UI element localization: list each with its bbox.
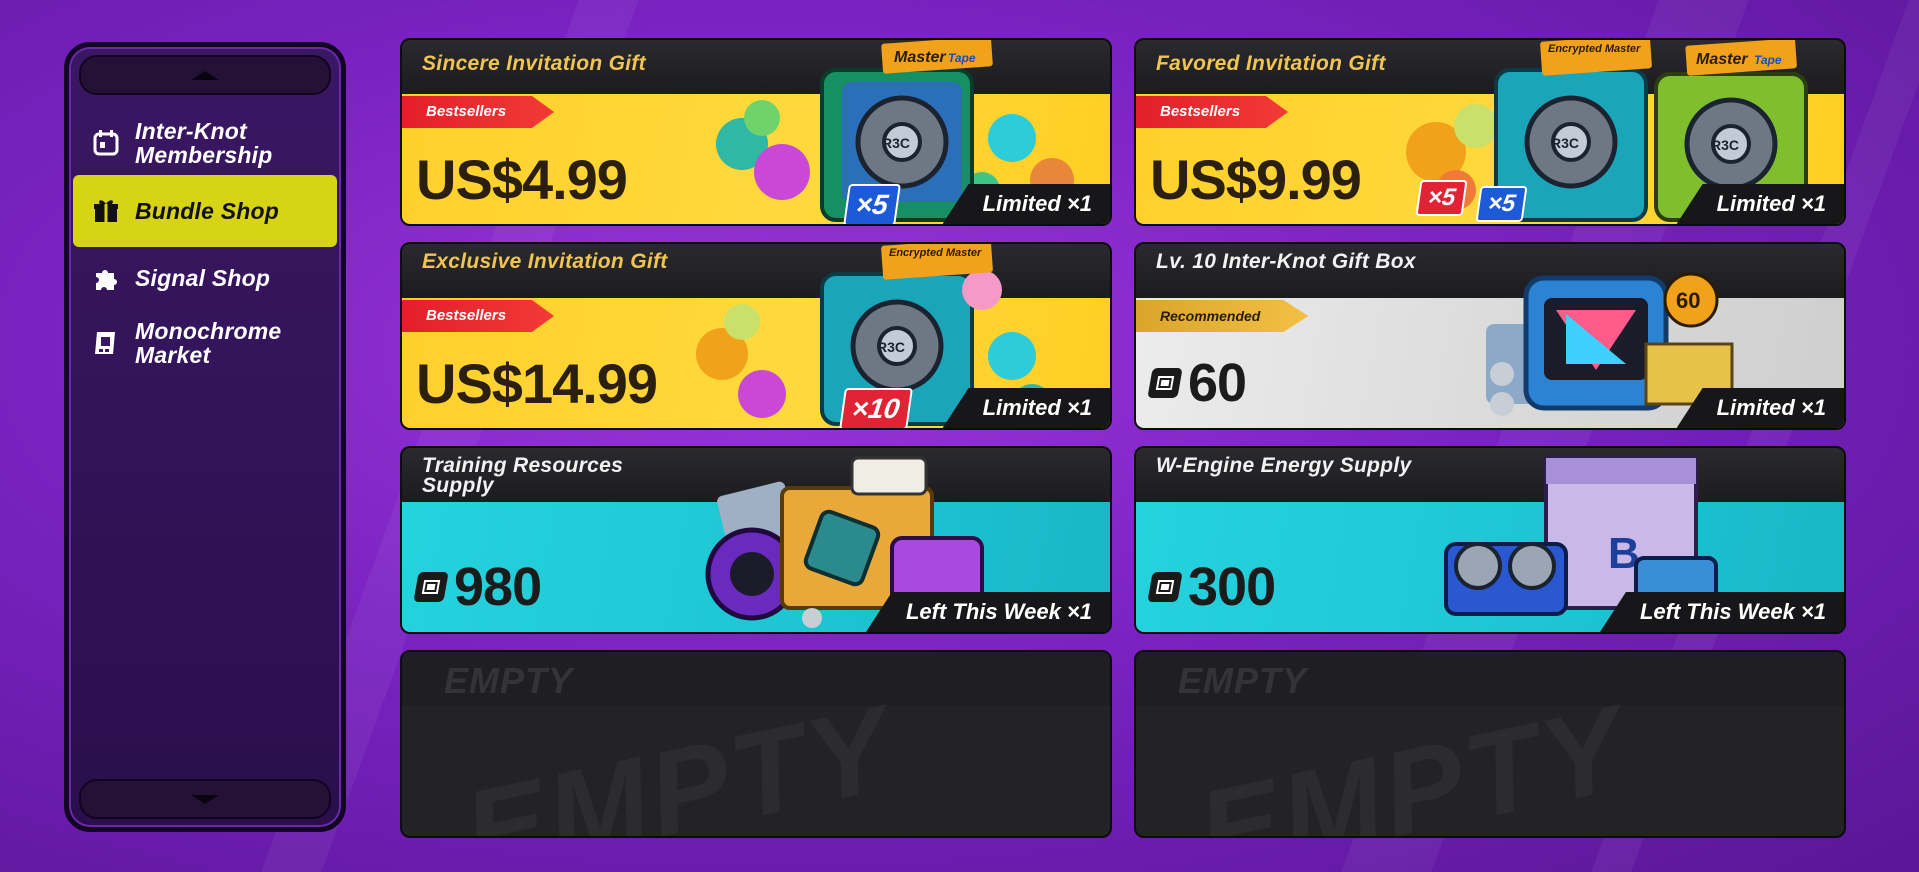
bundle-title: Training Resources Supply	[422, 454, 624, 497]
sidebar-item-label: Inter-Knot Membership	[135, 118, 273, 168]
cost-value: 300	[1188, 557, 1276, 617]
bundle-card-training-resources[interactable]: Training Resources Supply 980 Left This …	[400, 446, 1112, 634]
film-currency-icon	[413, 572, 449, 602]
cost: 980	[413, 556, 542, 618]
limit-label: Left This Week ×1	[1599, 592, 1844, 632]
disc-label: R3C	[1551, 135, 1579, 151]
gift-icon	[91, 196, 121, 226]
quantity-tag: ×10	[839, 388, 913, 428]
bundle-price: US$14.99	[416, 352, 658, 415]
tape-label: Master	[1696, 51, 1748, 68]
sidebar-item-signal-shop[interactable]: Signal Shop	[73, 253, 337, 303]
puzzle-icon	[91, 263, 121, 293]
empty-slot: EMPTY EMPTY	[400, 650, 1112, 838]
film-card-icon	[91, 328, 121, 358]
cost-value: 60	[1188, 353, 1247, 413]
sidebar-item-label: Signal Shop	[135, 265, 271, 291]
sidebar-item-monochrome-market[interactable]: Monochrome Market	[73, 313, 337, 373]
disc-label: R3C	[1711, 137, 1739, 153]
cost: 60	[1147, 352, 1247, 414]
bundle-card-favored[interactable]: Favored Invitation Gift Bestsellers US$9…	[1134, 38, 1846, 226]
sidebar-item-label: Monochrome Market	[135, 318, 282, 368]
bundle-title: Lv. 10 Inter-Knot Gift Box	[1156, 250, 1416, 273]
cost: 300	[1147, 556, 1276, 618]
bestsellers-badge: Bestsellers	[1136, 96, 1289, 128]
bundle-title: Sincere Invitation Gift	[422, 52, 646, 75]
disc-label: R3C	[882, 135, 910, 151]
empty-slot: EMPTY EMPTY	[1134, 650, 1846, 838]
empty-label: EMPTY	[1178, 660, 1308, 701]
item-number: 60	[1676, 288, 1700, 313]
empty-label: EMPTY	[444, 660, 574, 701]
sidebar-item-label: Bundle Shop	[135, 198, 280, 224]
bundle-card-inter-knot-gift-box[interactable]: Lv. 10 Inter-Knot Gift Box Recommended 6…	[1134, 242, 1846, 430]
bestsellers-badge: Bestsellers	[402, 300, 555, 332]
scroll-up-button[interactable]	[79, 55, 331, 95]
bundle-price: US$9.99	[1150, 148, 1362, 211]
bestsellers-badge: Bestsellers	[402, 96, 555, 128]
sidebar: Inter-Knot Membership Bundle Shop Signal…	[64, 42, 346, 832]
tape-label: Encrypted Master	[1548, 43, 1641, 55]
quantity-tag: ×5	[1415, 180, 1468, 216]
recommended-badge: Recommended	[1136, 300, 1309, 332]
tape-label: Encrypted Master	[889, 247, 982, 259]
bundle-title: Exclusive Invitation Gift	[422, 250, 668, 273]
sidebar-item-bundle-shop[interactable]: Bundle Shop	[73, 175, 337, 247]
limit-label: Limited ×1	[1676, 184, 1844, 224]
sidebar-item-inter-knot-membership[interactable]: Inter-Knot Membership	[73, 113, 337, 173]
calendar-icon	[91, 128, 121, 158]
disc-label: R3C	[877, 339, 905, 355]
chevron-up-icon	[191, 70, 219, 80]
bundle-card-w-engine-energy[interactable]: W-Engine Energy Supply 300 B Left This W…	[1134, 446, 1846, 634]
bundle-price: US$4.99	[416, 148, 628, 211]
scroll-down-button[interactable]	[79, 779, 331, 819]
limit-label: Limited ×1	[942, 184, 1110, 224]
film-currency-icon	[1147, 368, 1183, 398]
bundle-card-exclusive[interactable]: Exclusive Invitation Gift Bestsellers US…	[400, 242, 1112, 430]
tape-label: Master	[894, 49, 946, 66]
limit-label: Left This Week ×1	[865, 592, 1110, 632]
limit-label: Limited ×1	[1676, 388, 1844, 428]
bundle-title: W-Engine Energy Supply	[1156, 454, 1412, 477]
chevron-down-icon	[191, 794, 219, 804]
cost-value: 980	[454, 557, 542, 617]
film-currency-icon	[1147, 572, 1183, 602]
tape-sublabel: Tape	[948, 51, 976, 65]
quantity-tag: ×5	[843, 184, 901, 224]
bundle-card-sincere[interactable]: Sincere Invitation Gift Bestsellers US$4…	[400, 38, 1112, 226]
limit-label: Limited ×1	[942, 388, 1110, 428]
tape-sublabel: Tape	[1754, 53, 1782, 67]
quantity-tag: ×5	[1475, 186, 1528, 222]
